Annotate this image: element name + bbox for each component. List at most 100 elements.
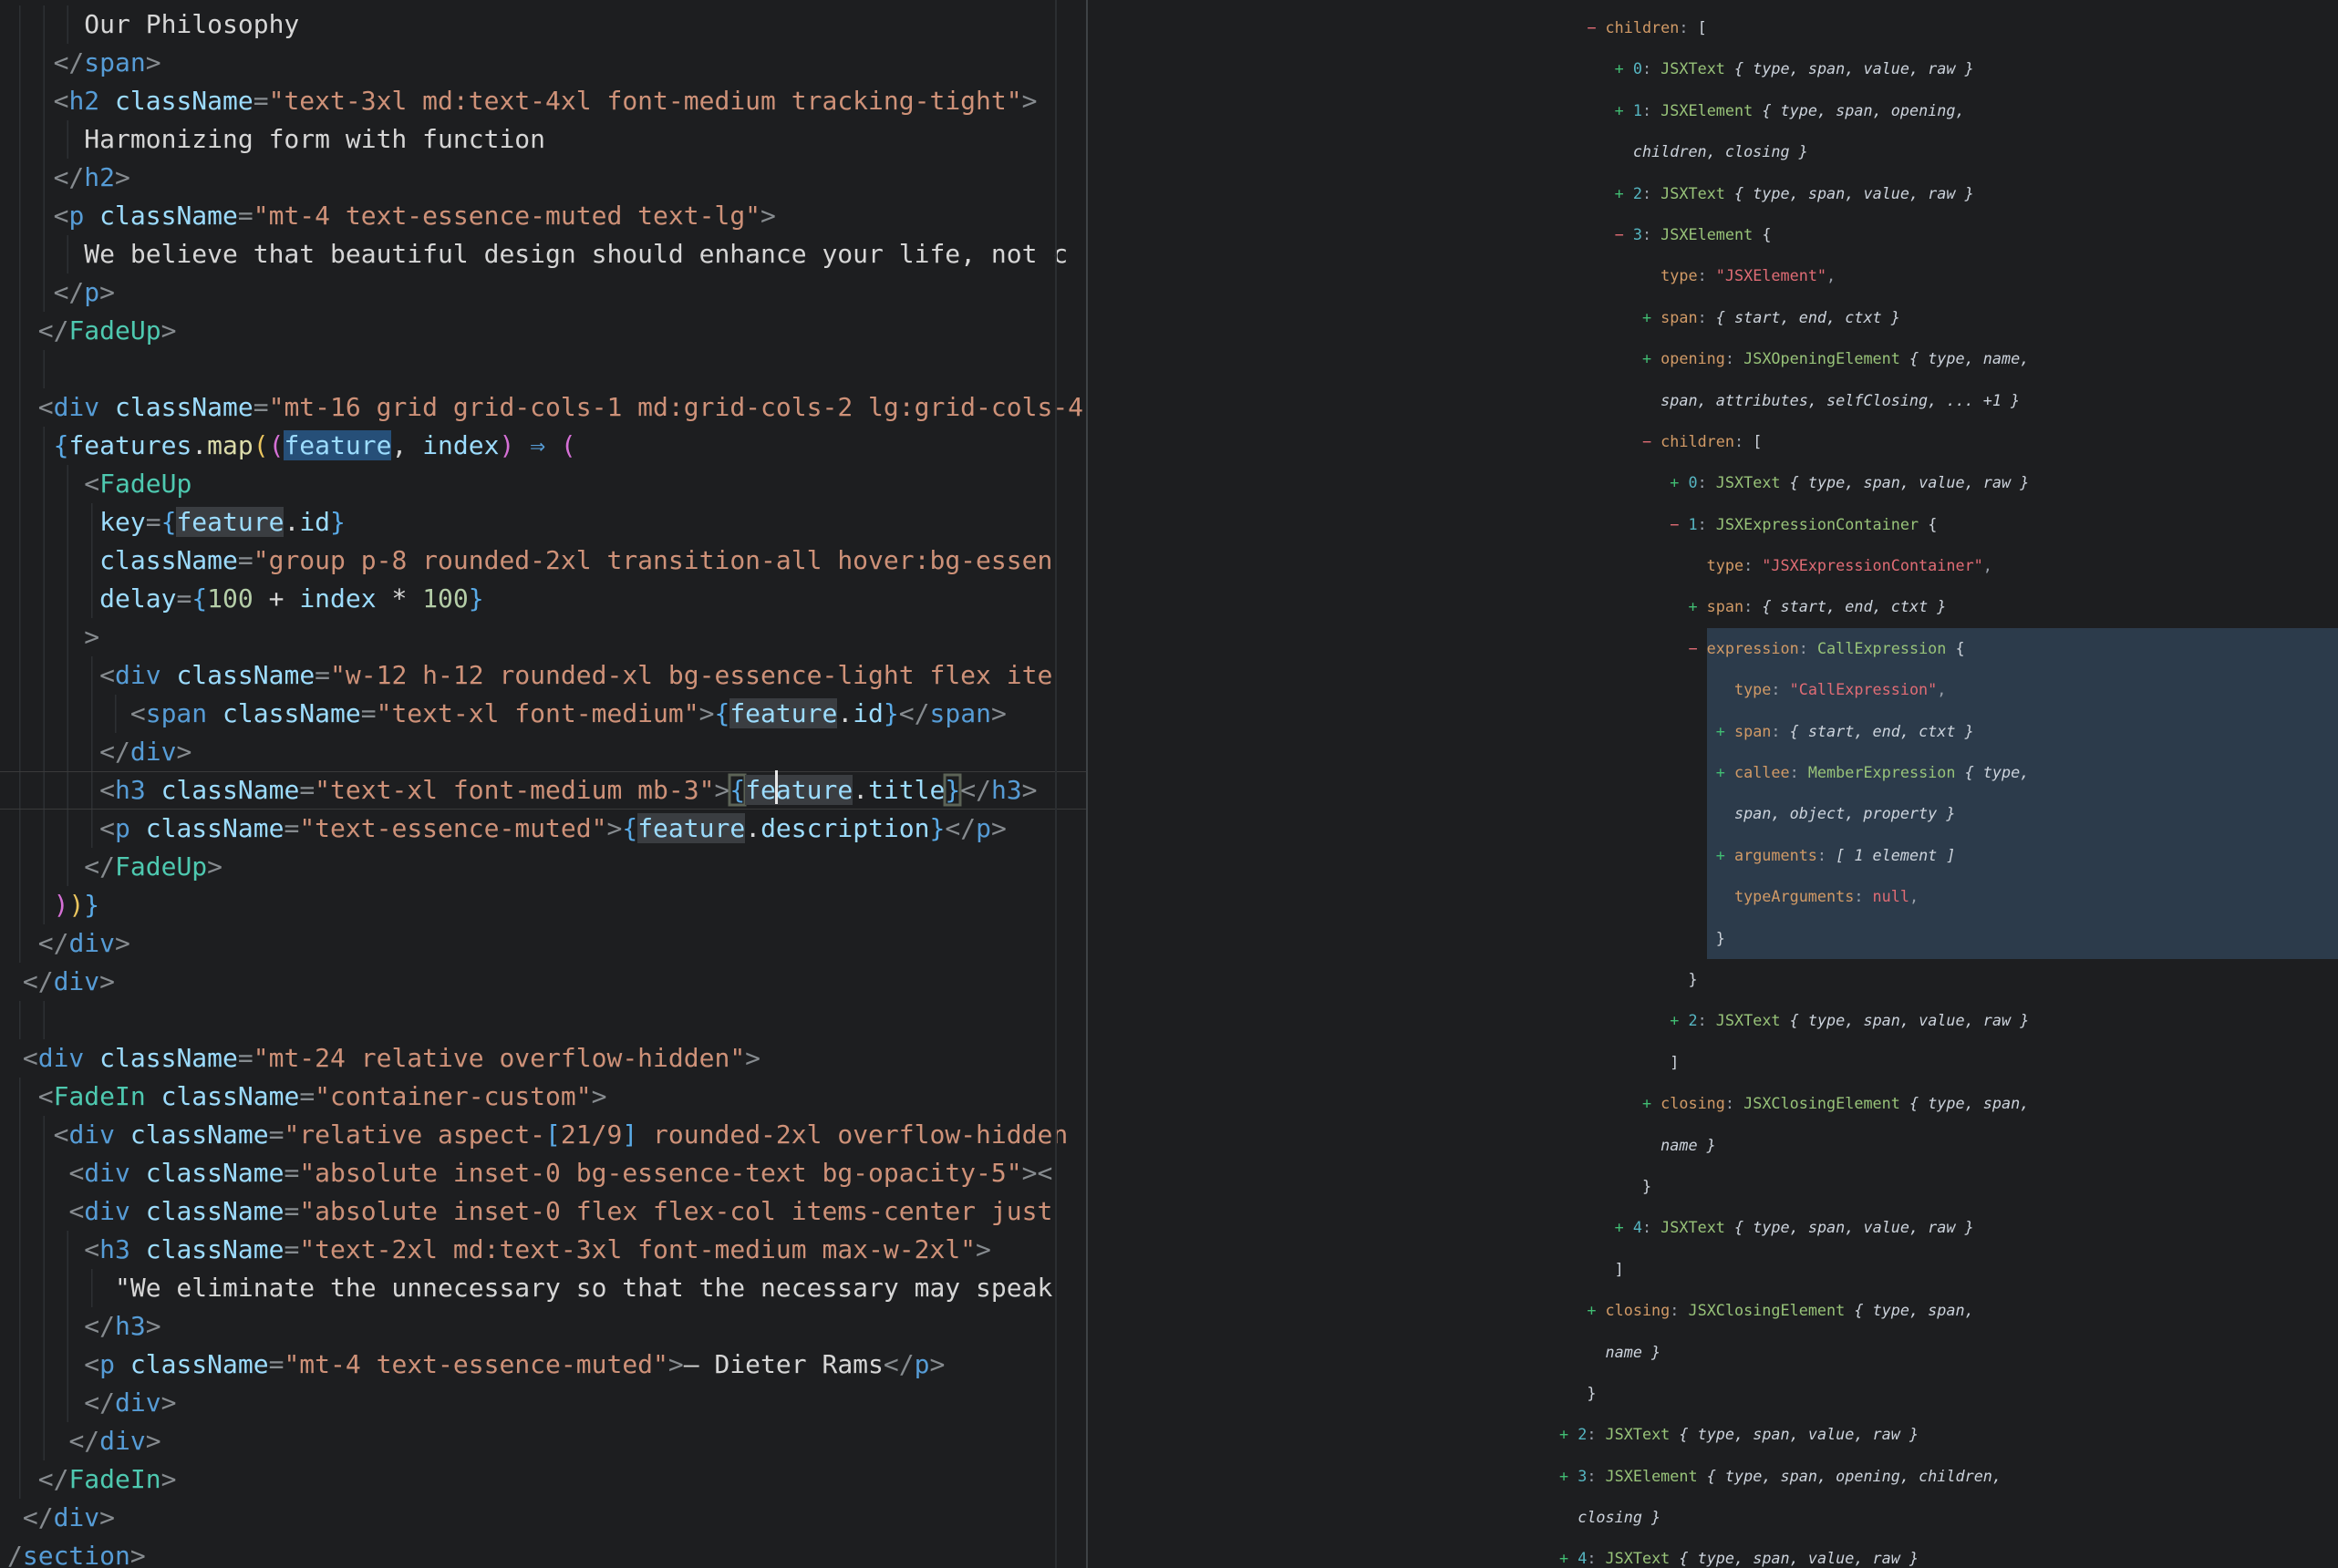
ast-line-1[interactable]: − children: [: [1559, 7, 2338, 48]
jsx-editor-pane[interactable]: Our Philosophy </span> <h2 className="te…: [0, 0, 1086, 1568]
ast-line-6[interactable]: − 3: JSXElement {: [1559, 214, 2338, 255]
code-line-9[interactable]: </FadeUp>: [0, 312, 1086, 350]
code-line-29[interactable]: <FadeIn className="container-custom">: [0, 1078, 1086, 1116]
code-line-41[interactable]: /section>: [0, 1537, 1086, 1568]
ast-line-35[interactable]: + 2: JSXText { type, span, value, raw }: [1559, 1414, 2338, 1455]
code-line-5[interactable]: </h2>: [0, 159, 1086, 197]
ast-line-30[interactable]: + 4: JSXText { type, span, value, raw }: [1559, 1207, 2338, 1248]
code-line-15[interactable]: className="group p-8 rounded-2xl transit…: [0, 542, 1086, 580]
ast-line-2[interactable]: + 0: JSXText { type, span, value, raw }: [1559, 48, 2338, 89]
ast-line-7[interactable]: type: "JSXElement",: [1559, 255, 2338, 296]
ast-line-14[interactable]: type: "JSXExpressionContainer",: [1559, 545, 2338, 586]
ast-expand-toggle[interactable]: +: [1615, 1218, 1624, 1236]
code-line-26[interactable]: </div>: [0, 963, 1086, 1001]
code-line-28[interactable]: <div className="mt-24 relative overflow-…: [0, 1039, 1086, 1078]
ast-line-32[interactable]: + closing: JSXClosingElement { type, spa…: [1559, 1290, 2338, 1331]
code-line-4[interactable]: Harmonizing form with function: [0, 120, 1086, 159]
ast-expand-toggle[interactable]: +: [1615, 59, 1624, 77]
ast-expand-toggle[interactable]: +: [1642, 308, 1651, 326]
code-line-36[interactable]: <p className="mt-4 text-essence-muted">—…: [0, 1346, 1086, 1384]
code-line-21[interactable]: <h3 className="text-xl font-medium mb-3"…: [0, 771, 1086, 810]
code-line-1[interactable]: Our Philosophy: [0, 5, 1086, 44]
code-line-8[interactable]: </p>: [0, 273, 1086, 312]
ast-line-37[interactable]: closing }: [1559, 1497, 2338, 1538]
code-line-11[interactable]: <div className="mt-16 grid grid-cols-1 m…: [0, 388, 1086, 427]
code-line-30[interactable]: <div className="relative aspect-[21/9] r…: [0, 1116, 1086, 1154]
ast-line-23[interactable]: }: [1559, 918, 2338, 959]
ast-line-16[interactable]: − expression: CallExpression {: [1559, 628, 2338, 669]
ast-expand-toggle[interactable]: +: [1559, 1467, 1568, 1485]
ast-expand-toggle[interactable]: +: [1642, 1094, 1651, 1112]
code-line-20[interactable]: </div>: [0, 733, 1086, 771]
code-line-39[interactable]: </FadeIn>: [0, 1460, 1086, 1499]
code-line-35[interactable]: </h3>: [0, 1307, 1086, 1346]
ast-line-19[interactable]: + callee: MemberExpression { type,: [1559, 752, 2338, 793]
ast-line-28[interactable]: name }: [1559, 1125, 2338, 1166]
code-line-23[interactable]: </FadeUp>: [0, 848, 1086, 886]
ast-line-38[interactable]: + 4: JSXText { type, span, value, raw }: [1559, 1538, 2338, 1568]
code-line-6[interactable]: <p className="mt-4 text-essence-muted te…: [0, 197, 1086, 235]
code-line-25[interactable]: </div>: [0, 924, 1086, 963]
ast-line-12[interactable]: + 0: JSXText { type, span, value, raw }: [1559, 462, 2338, 503]
ast-expand-toggle[interactable]: +: [1688, 597, 1697, 615]
code-line-33[interactable]: <h3 className="text-2xl md:text-3xl font…: [0, 1231, 1086, 1269]
ast-expand-toggle[interactable]: +: [1615, 184, 1624, 202]
ast-line-13[interactable]: − 1: JSXExpressionContainer {: [1559, 504, 2338, 545]
ast-line-31[interactable]: ]: [1559, 1249, 2338, 1290]
ast-line-26[interactable]: ]: [1559, 1042, 2338, 1083]
ast-expand-toggle[interactable]: +: [1587, 1301, 1596, 1319]
code-line-38[interactable]: </div>: [0, 1422, 1086, 1460]
ast-line-29[interactable]: }: [1559, 1166, 2338, 1207]
ast-line-9[interactable]: + opening: JSXOpeningElement { type, nam…: [1559, 338, 2338, 379]
code-line-17[interactable]: >: [0, 618, 1086, 656]
ast-line-24[interactable]: }: [1559, 959, 2338, 1000]
ast-expand-toggle[interactable]: +: [1670, 1011, 1679, 1029]
code-line-3[interactable]: <h2 className="text-3xl md:text-4xl font…: [0, 82, 1086, 120]
code-line-18[interactable]: <div className="w-12 h-12 rounded-xl bg-…: [0, 656, 1086, 695]
ast-line-15[interactable]: + span: { start, end, ctxt }: [1559, 586, 2338, 627]
ast-line-10[interactable]: span, attributes, selfClosing, ... +1 }: [1559, 380, 2338, 421]
ast-line-5[interactable]: + 2: JSXText { type, span, value, raw }: [1559, 173, 2338, 214]
code-line-12[interactable]: {features.map((feature, index) ⇒ (: [0, 427, 1086, 465]
ast-line-22[interactable]: typeArguments: null,: [1559, 876, 2338, 917]
code-line-19[interactable]: <span className="text-xl font-medium">{f…: [0, 695, 1086, 733]
ast-expand-toggle[interactable]: +: [1716, 846, 1725, 864]
code-line-37[interactable]: </div>: [0, 1384, 1086, 1422]
ast-expand-toggle[interactable]: +: [1642, 349, 1651, 367]
ast-collapse-toggle[interactable]: −: [1615, 225, 1624, 243]
code-line-2[interactable]: </span>: [0, 44, 1086, 82]
ast-expand-toggle[interactable]: +: [1716, 722, 1725, 740]
ast-expand-toggle[interactable]: +: [1716, 763, 1725, 781]
ast-line-3[interactable]: + 1: JSXElement { type, span, opening,: [1559, 90, 2338, 131]
code-line-7[interactable]: We believe that beautiful design should …: [0, 235, 1086, 273]
ast-line-34[interactable]: }: [1559, 1373, 2338, 1414]
code-line-22[interactable]: <p className="text-essence-muted">{featu…: [0, 810, 1086, 848]
ast-line-11[interactable]: − children: [: [1559, 421, 2338, 462]
ast-expand-toggle[interactable]: +: [1559, 1425, 1568, 1443]
ast-line-4[interactable]: children, closing }: [1559, 131, 2338, 172]
ast-line-20[interactable]: span, object, property }: [1559, 793, 2338, 834]
ast-line-18[interactable]: + span: { start, end, ctxt }: [1559, 711, 2338, 752]
code-line-24[interactable]: ))}: [0, 886, 1086, 924]
code-line-40[interactable]: </div>: [0, 1499, 1086, 1537]
ast-line-8[interactable]: + span: { start, end, ctxt }: [1559, 297, 2338, 338]
ast-line-36[interactable]: + 3: JSXElement { type, span, opening, c…: [1559, 1456, 2338, 1497]
ast-line-21[interactable]: + arguments: [ 1 element ]: [1559, 835, 2338, 876]
ast-tree-pane[interactable]: − children: [ + 0: JSXText { type, span,…: [1088, 0, 2338, 1568]
code-line-14[interactable]: key={feature.id}: [0, 503, 1086, 542]
ast-collapse-toggle[interactable]: −: [1587, 18, 1596, 36]
ast-expand-toggle[interactable]: +: [1615, 101, 1624, 119]
ast-collapse-toggle[interactable]: −: [1688, 639, 1697, 657]
code-line-34[interactable]: "We eliminate the unnecessary so that th…: [0, 1269, 1086, 1307]
ast-collapse-toggle[interactable]: −: [1642, 432, 1651, 450]
ast-line-33[interactable]: name }: [1559, 1332, 2338, 1373]
ast-expand-toggle[interactable]: +: [1670, 473, 1679, 491]
ast-expand-toggle[interactable]: +: [1559, 1549, 1568, 1567]
code-line-32[interactable]: <div className="absolute inset-0 flex fl…: [0, 1192, 1086, 1231]
code-line-10[interactable]: [0, 350, 1086, 388]
ast-collapse-toggle[interactable]: −: [1670, 515, 1679, 533]
ast-line-25[interactable]: + 2: JSXText { type, span, value, raw }: [1559, 1000, 2338, 1041]
ast-line-27[interactable]: + closing: JSXClosingElement { type, spa…: [1559, 1083, 2338, 1124]
ast-line-17[interactable]: type: "CallExpression",: [1559, 669, 2338, 710]
code-line-16[interactable]: delay={100 + index * 100}: [0, 580, 1086, 618]
